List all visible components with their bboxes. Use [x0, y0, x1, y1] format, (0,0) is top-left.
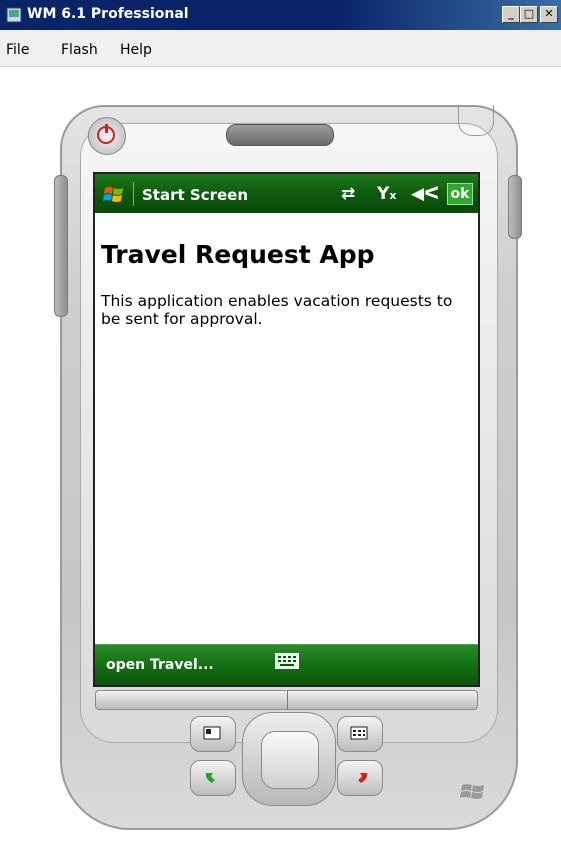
- minimize-icon: _: [508, 7, 514, 20]
- menu-bar: File Flash Help: [0, 30, 561, 67]
- minimize-button[interactable]: _: [502, 6, 520, 23]
- maximize-button[interactable]: □: [520, 6, 538, 23]
- end-call-key[interactable]: [337, 760, 383, 796]
- left-side-button[interactable]: [54, 175, 68, 317]
- action-button[interactable]: [261, 731, 319, 789]
- signal-off-icon[interactable]: Yx: [377, 184, 396, 204]
- stylus-slot: [458, 105, 494, 136]
- right-side-button[interactable]: [508, 175, 522, 239]
- wm-title-bar: Start Screen ⇄ Yx ◀ᐸ ok: [95, 174, 478, 213]
- window-title: WM 6.1 Professional: [27, 6, 189, 22]
- menu-flash[interactable]: Flash: [61, 42, 98, 58]
- calendar-key[interactable]: [337, 716, 383, 752]
- contacts-icon: [203, 726, 221, 740]
- navigation-pad[interactable]: [242, 712, 336, 806]
- left-softkey-button[interactable]: open Travel...: [106, 657, 214, 673]
- speaker-grille: [226, 124, 334, 146]
- close-icon: ✕: [544, 7, 554, 20]
- app-title: Travel Request App: [101, 240, 375, 269]
- phone-red-icon: [358, 773, 368, 783]
- device-screen: Start Screen ⇄ Yx ◀ᐸ ok Travel Request A…: [93, 172, 480, 687]
- connectivity-icon[interactable]: ⇄: [341, 184, 355, 204]
- softkey-hardware-bar[interactable]: [95, 690, 478, 710]
- softkey-bar: open Travel...: [95, 644, 478, 685]
- app-icon: [6, 7, 22, 23]
- ok-button[interactable]: ok: [447, 183, 473, 205]
- keyboard-icon[interactable]: [275, 653, 299, 669]
- app-description: This application enables vacation reques…: [101, 292, 453, 328]
- wm-title: Start Screen: [142, 186, 249, 204]
- contacts-key[interactable]: [190, 716, 236, 752]
- menu-file[interactable]: File: [6, 42, 29, 58]
- speaker-mute-icon[interactable]: ◀ᐸ: [411, 184, 439, 204]
- maximize-icon: □: [523, 7, 535, 20]
- windows-logo-icon: [460, 784, 484, 799]
- calendar-icon: [350, 726, 368, 740]
- power-button[interactable]: [88, 117, 126, 155]
- menu-help[interactable]: Help: [120, 42, 152, 58]
- call-key[interactable]: [190, 760, 236, 796]
- window-title-bar: WM 6.1 Professional _ □ ✕: [0, 0, 561, 30]
- close-button[interactable]: ✕: [540, 6, 558, 23]
- start-flag-icon[interactable]: [103, 184, 125, 204]
- phone-green-icon: [205, 773, 215, 783]
